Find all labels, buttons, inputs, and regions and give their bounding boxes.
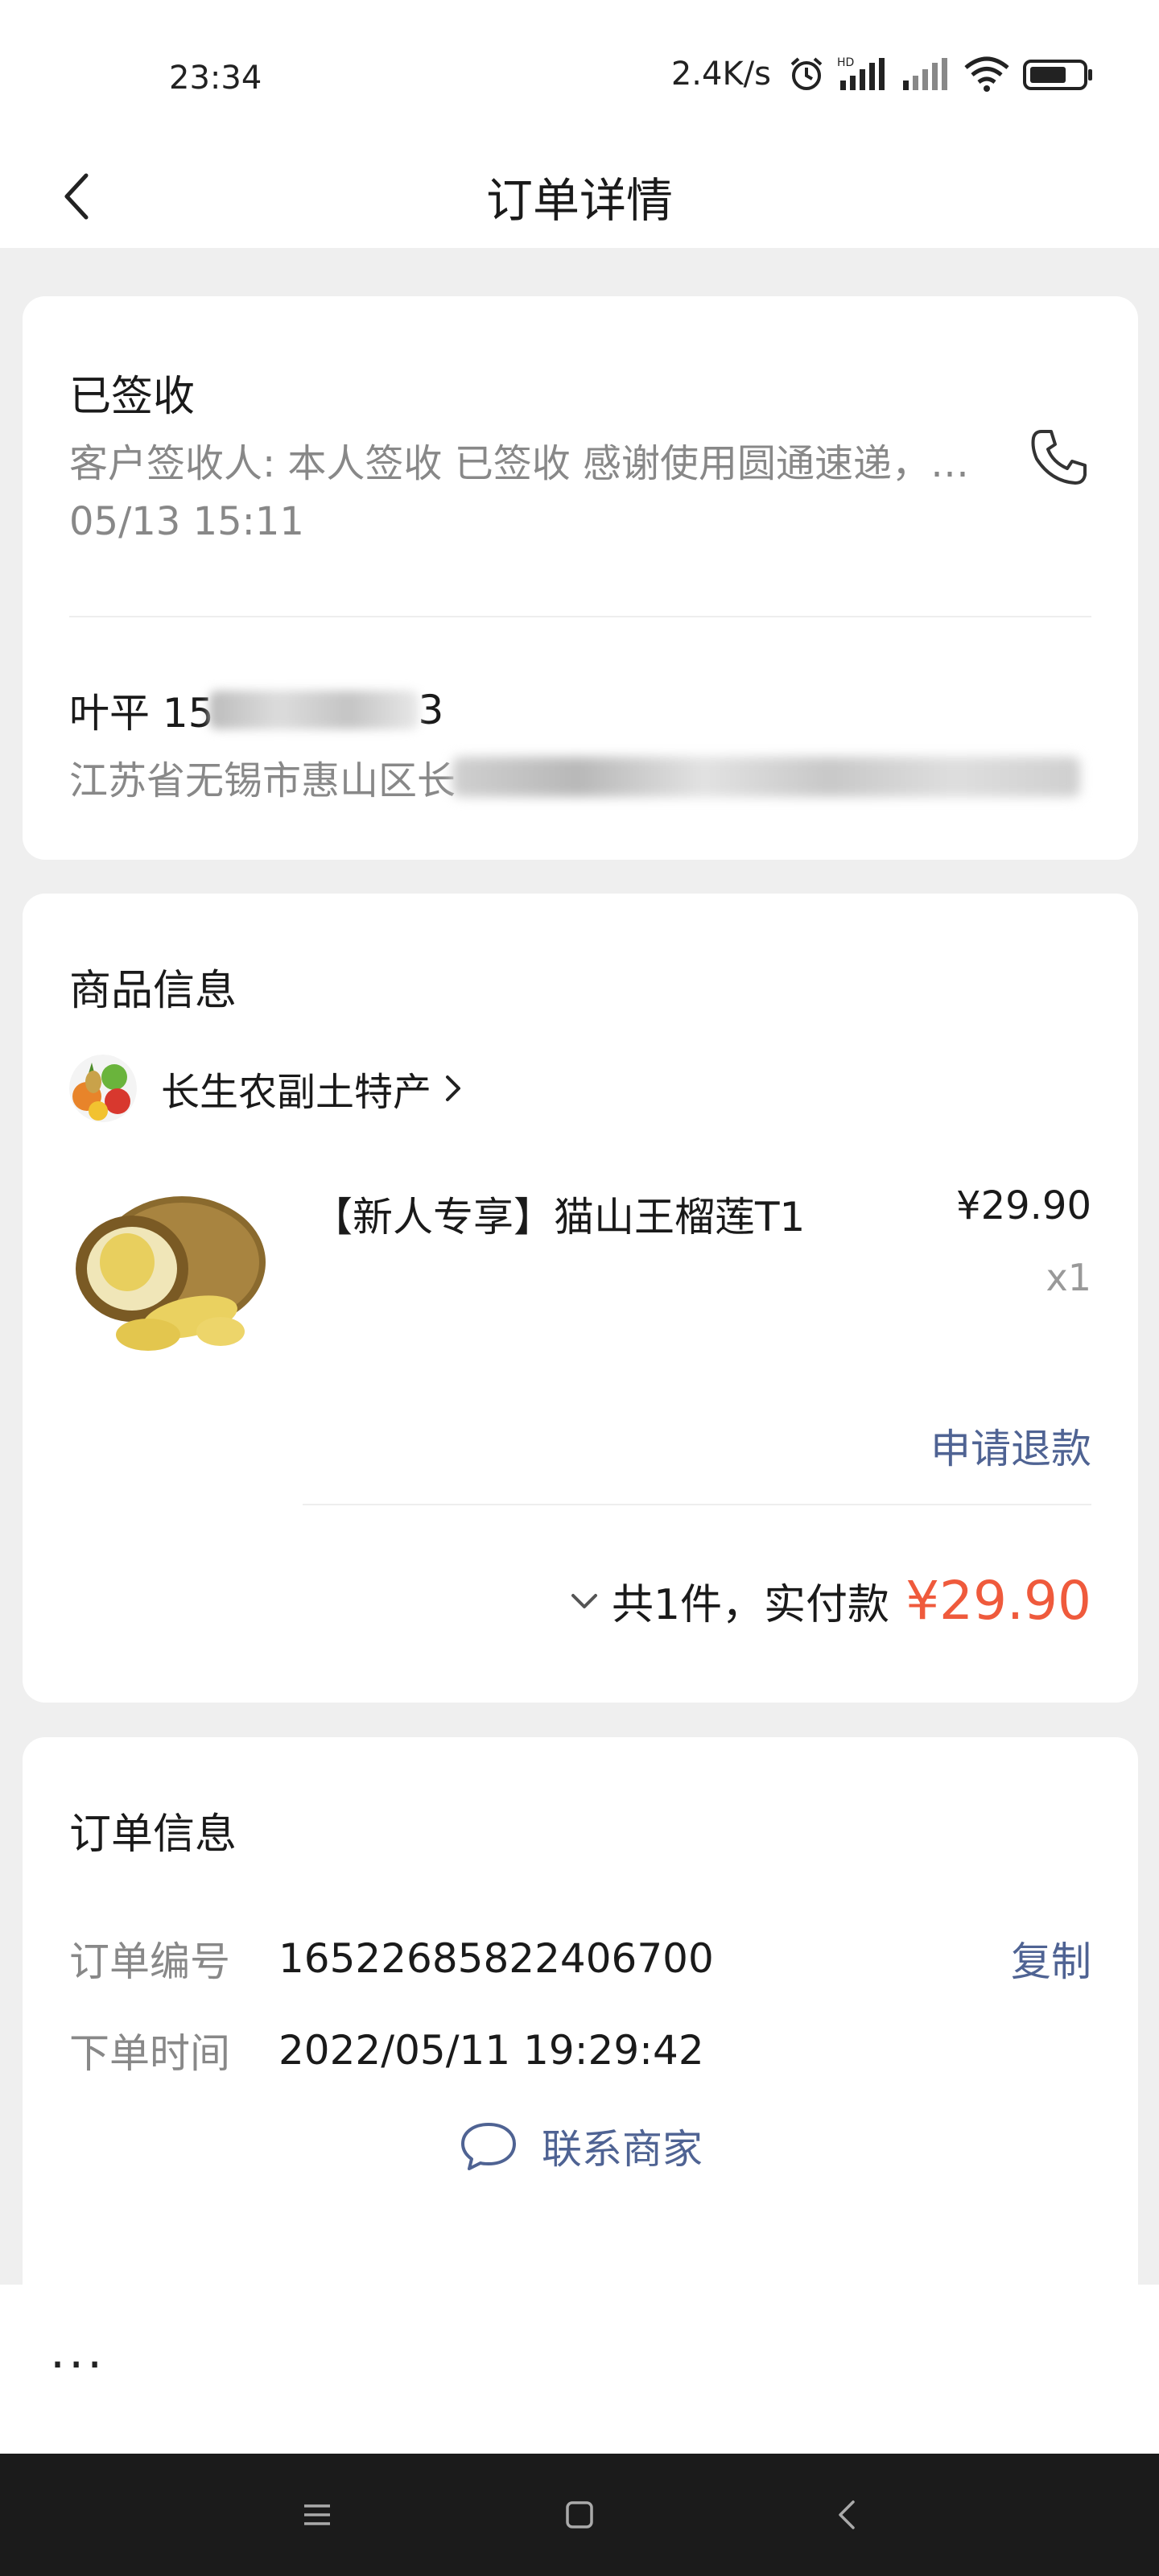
shop-logo: [69, 1055, 137, 1122]
more-button[interactable]: ···: [50, 2341, 105, 2389]
total-amount: ¥29.90: [905, 1570, 1091, 1632]
page-title: 订单详情: [485, 173, 673, 228]
product-name[interactable]: 【新人专享】猫山王榴莲T1: [312, 1185, 805, 1243]
chevron-left-icon: [64, 173, 89, 220]
divider: [303, 1504, 1091, 1505]
status-bar: 23:34 2.4K/s HD: [0, 0, 1159, 145]
delivery-detail[interactable]: 客户签收人: 本人签收 已签收 感谢使用圆通速递，期待再次为您服务 投诉电话：: [69, 431, 979, 488]
delivery-status: 已签收: [69, 373, 196, 421]
menu-button[interactable]: [293, 2491, 341, 2539]
product-image[interactable]: [69, 1174, 267, 1372]
contact-merchant-label: 联系商家: [542, 2126, 703, 2173]
copy-button[interactable]: 复制: [1011, 1930, 1091, 1988]
delivery-card: 已签收 客户签收人: 本人签收 已签收 感谢使用圆通速递，期待再次为您服务 投诉…: [23, 296, 1138, 860]
delivery-time: 05/13 15:11: [69, 499, 304, 544]
back-button[interactable]: [40, 145, 113, 248]
header-bar: 订单详情: [0, 145, 1159, 248]
home-square-icon: [566, 2501, 593, 2529]
blurred-phone: [208, 691, 419, 729]
order-time-row: 下单时间 2022/05/11 19:29:42: [69, 2022, 1091, 2079]
total-label: 共1件，实付款: [611, 1581, 890, 1629]
network-speed: 2.4K/s: [670, 56, 771, 93]
order-number-value: 16522685822406700: [278, 1935, 714, 1982]
blurred-address: [452, 757, 1081, 797]
back-triangle-icon: [839, 2500, 855, 2529]
signal-hd-icon: HD: [837, 56, 885, 90]
receiver-phone-tail: 3: [418, 687, 444, 733]
receiver-name-phone: 叶平 15 3: [69, 681, 443, 739]
system-nav-bar: [0, 2454, 1159, 2576]
receiver-name: 叶平 15: [69, 690, 214, 737]
goods-section-title: 商品信息: [69, 967, 237, 1015]
home-button[interactable]: [555, 2491, 604, 2539]
svg-text:HD: HD: [837, 56, 854, 69]
order-number-label: 订单编号: [69, 1938, 230, 1985]
chevron-right-icon: [446, 1075, 461, 1101]
battery-icon: [1023, 60, 1092, 90]
call-courier-button[interactable]: [1027, 425, 1091, 489]
chat-bubble-icon: [461, 2123, 516, 2170]
order-info-section-title: 订单信息: [69, 1810, 237, 1859]
shop-link[interactable]: 长生农副土特产: [69, 1055, 464, 1122]
order-total[interactable]: 共1件，实付款 ¥29.90: [568, 1570, 1091, 1632]
status-icons: 2.4K/s HD: [671, 55, 1095, 93]
alarm-icon: [790, 57, 823, 90]
signal-icon: [903, 58, 947, 90]
bottom-action-bar: ···: [0, 2285, 1159, 2454]
divider: [69, 616, 1091, 617]
refund-button[interactable]: 申请退款: [930, 1417, 1091, 1475]
address-prefix: 江苏省无锡市惠山区长: [69, 758, 456, 803]
goods-card: 商品信息 长生农副土特产 【新人专享】猫山王榴莲T1 ¥29.90 x1 申请退…: [23, 894, 1138, 1703]
system-back-button[interactable]: [823, 2491, 871, 2539]
wifi-icon: [964, 56, 1009, 92]
contact-merchant-button[interactable]: 联系商家: [23, 2117, 1138, 2175]
product-quantity: x1: [1046, 1256, 1092, 1299]
status-time: 23:34: [169, 60, 262, 97]
shop-name: 长生农副土特产: [161, 1070, 432, 1115]
order-number-row: 订单编号 16522685822406700 复制: [69, 1930, 1091, 1987]
order-time-value: 2022/05/11 19:29:42: [278, 2027, 704, 2074]
receiver-address: 江苏省无锡市惠山区长: [69, 749, 1081, 805]
order-info-card: 订单信息 订单编号 16522685822406700 复制 下单时间 2022…: [23, 1737, 1138, 2285]
product-price: ¥29.90: [956, 1183, 1091, 1228]
phone-icon: [1031, 430, 1087, 485]
order-time-label: 下单时间: [69, 2030, 230, 2077]
chevron-down-icon: [571, 1593, 597, 1608]
menu-icon: [304, 2504, 330, 2525]
